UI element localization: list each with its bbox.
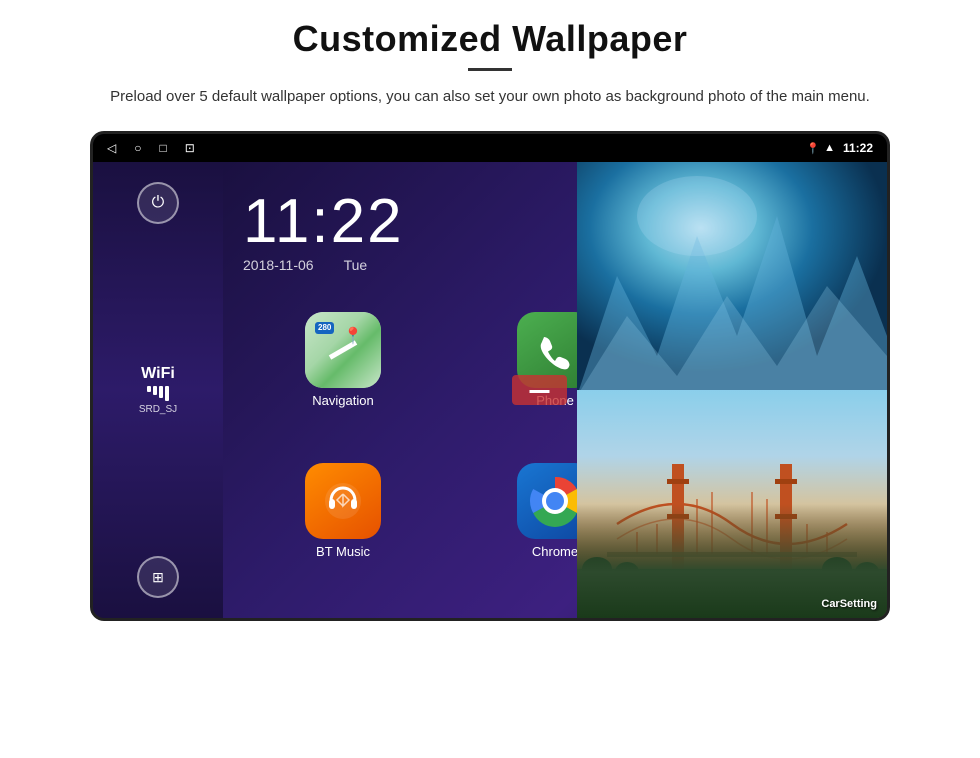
bt-music-icon — [305, 463, 381, 539]
title-divider — [468, 68, 512, 71]
app-bt-music[interactable]: BT Music — [243, 463, 443, 602]
device-frame: ◁ ○ □ ⊡ 📍 ▲ 11:22 ⏻ WiFi — [90, 131, 890, 621]
map-pin-icon: 📍 — [343, 326, 363, 346]
power-icon: ⏻ — [152, 194, 165, 212]
bt-music-label: BT Music — [316, 544, 370, 559]
ice-cave-svg — [577, 162, 887, 390]
page-description: Preload over 5 default wallpaper options… — [110, 85, 870, 109]
app-navigation[interactable]: 280 📍 Navigation — [243, 312, 443, 451]
clock-day: Tue — [344, 257, 368, 273]
status-bar: ◁ ○ □ ⊡ 📍 ▲ 11:22 — [93, 134, 887, 162]
page-title: Customized Wallpaper — [293, 18, 688, 60]
home-icon: ○ — [134, 141, 141, 155]
page-container: Customized Wallpaper Preload over 5 defa… — [0, 0, 980, 758]
carsetting-label[interactable]: CarSetting — [821, 598, 877, 610]
bt-svg — [321, 479, 365, 523]
left-sidebar: ⏻ WiFi SRD_SJ ⊞ — [93, 162, 223, 618]
apps-grid-button[interactable]: ⊞ — [137, 556, 179, 598]
back-icon: ◁ — [107, 141, 116, 155]
wifi-signal — [139, 386, 177, 401]
drawer-widget: ▬▬ — [512, 375, 567, 405]
wallpaper-panel: ▬▬ — [577, 162, 887, 618]
status-time: 11:22 — [843, 141, 873, 155]
drawer-icon: ▬▬ — [530, 385, 550, 396]
screen-content: ⏻ WiFi SRD_SJ ⊞ — [93, 162, 887, 618]
clock-date-value: 2018-11-06 — [243, 257, 314, 273]
status-nav-icons: ◁ ○ □ ⊡ — [107, 141, 195, 155]
golden-gate-svg — [577, 390, 887, 618]
wifi-icon: ▲ — [824, 142, 835, 154]
wifi-info: WiFi SRD_SJ — [139, 365, 177, 415]
location-icon: 📍 — [806, 142, 820, 155]
wifi-ssid: SRD_SJ — [139, 404, 177, 415]
chrome-label: Chrome — [532, 544, 578, 559]
power-button[interactable]: ⏻ — [137, 182, 179, 224]
status-right: 📍 ▲ 11:22 — [806, 141, 873, 155]
navigation-label: Navigation — [312, 393, 373, 408]
wallpaper-ice-cave[interactable] — [577, 162, 887, 390]
recents-icon: □ — [159, 141, 166, 155]
chrome-svg — [529, 475, 581, 527]
screenshot-icon: ⊡ — [185, 141, 195, 155]
wallpaper-golden-gate[interactable]: CarSetting — [577, 390, 887, 618]
phone-svg — [534, 329, 576, 371]
navigation-icon: 280 📍 — [305, 312, 381, 388]
status-icons: 📍 ▲ — [806, 142, 835, 155]
wifi-label: WiFi — [139, 365, 177, 383]
grid-icon: ⊞ — [152, 569, 164, 586]
nav-badge: 280 — [315, 322, 334, 334]
